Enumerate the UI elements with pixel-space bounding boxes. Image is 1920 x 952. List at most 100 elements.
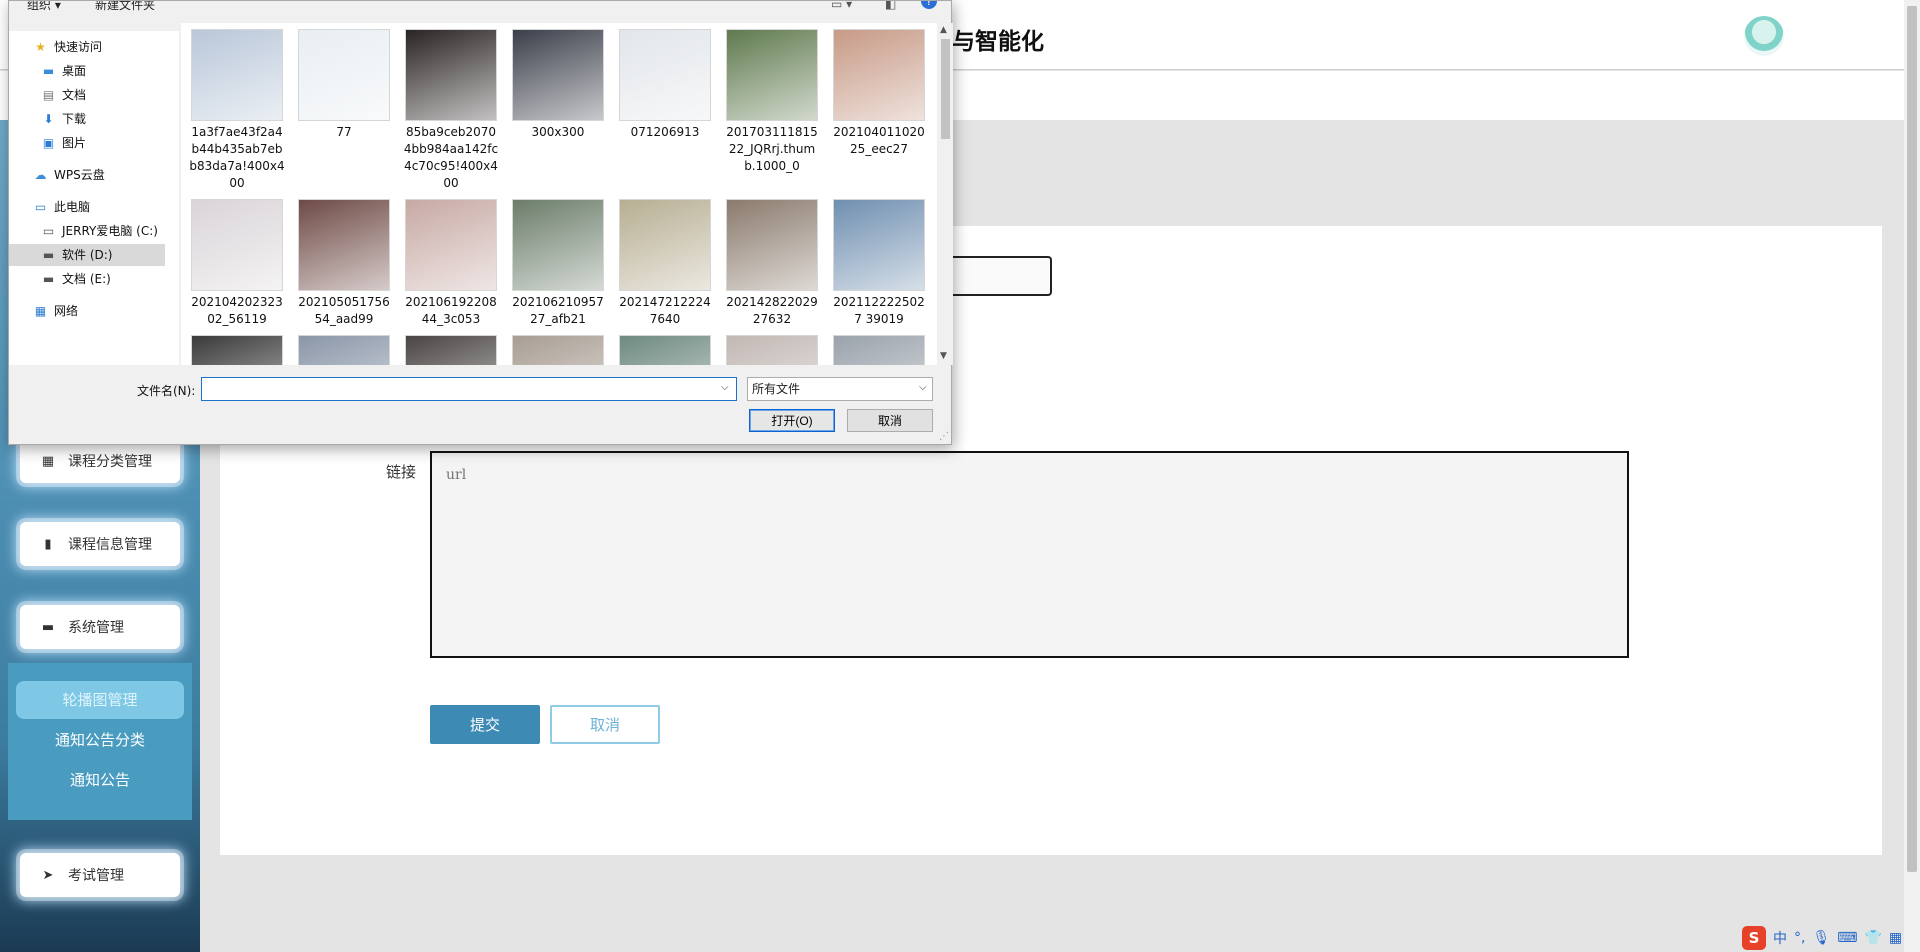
- image-thumbnail: [191, 335, 283, 365]
- image-thumbnail: [405, 29, 497, 121]
- nav-pictures[interactable]: ▣图片📌: [41, 132, 194, 154]
- ime-toolbar: S 中 °, 🎙 ⌨ 👕 ▦: [1742, 925, 1904, 951]
- image-thumbnail: [191, 29, 283, 121]
- app-title: 与智能化: [952, 29, 1044, 55]
- submenu-item-notice-category[interactable]: 通知公告分类: [16, 721, 184, 759]
- dialog-cancel-button[interactable]: 取消: [847, 409, 933, 432]
- file-item[interactable]: [189, 335, 285, 365]
- nav-desktop[interactable]: ▬桌面📌: [41, 60, 194, 82]
- nav-downloads[interactable]: ⬇下载📌: [41, 108, 193, 130]
- scroll-down-icon[interactable]: ▼: [940, 351, 947, 361]
- file-item[interactable]: 77: [296, 29, 392, 141]
- file-item[interactable]: 20210505175654_aad99: [296, 199, 392, 328]
- bar-chart-icon: ▮: [44, 536, 52, 552]
- nav-label: JERRY爱电脑 (C:): [62, 224, 158, 238]
- pictures-icon: ▣: [42, 136, 55, 150]
- user-avatar[interactable]: [1744, 16, 1784, 56]
- filename-input[interactable]: [201, 377, 737, 401]
- nav-this-pc[interactable]: ▭ 此电脑: [33, 196, 90, 218]
- nav-drive-c[interactable]: ▭ JERRY爱电脑 (C:): [41, 220, 158, 242]
- file-item[interactable]: 20210621095727_afb21: [510, 199, 606, 328]
- file-item[interactable]: 20170311181522_JQRrj.thumb.1000_0: [724, 29, 820, 175]
- filetype-select[interactable]: 所有文件: [747, 377, 933, 401]
- image-thumbnail: [512, 335, 604, 365]
- file-name: 2021122225027 39019: [833, 295, 925, 326]
- monitor-icon: ▬: [41, 619, 55, 635]
- page-scrollbar[interactable]: [1904, 0, 1920, 952]
- ime-mode[interactable]: 中: [1773, 928, 1787, 948]
- sidebar-item-course-info[interactable]: ▮ 课程信息管理: [20, 522, 180, 566]
- sidebar-item-system[interactable]: ▬ 系统管理: [20, 605, 180, 649]
- file-item[interactable]: 85ba9ceb20704bb984aa142fc4c70c95!400x400: [403, 29, 499, 192]
- file-item[interactable]: [510, 335, 606, 365]
- file-item[interactable]: [403, 335, 499, 365]
- file-item[interactable]: 20210401102025_eec27: [831, 29, 927, 158]
- submenu-item-notice[interactable]: 通知公告: [16, 761, 184, 799]
- ime-punct[interactable]: °,: [1794, 930, 1805, 946]
- skin-icon[interactable]: 👕: [1864, 930, 1881, 946]
- sidebar-item-exam[interactable]: ➤ 考试管理: [20, 853, 180, 897]
- nav-label: 快速访问: [54, 40, 103, 54]
- nav-documents[interactable]: ▤文档📌: [41, 84, 194, 106]
- view-options-icon[interactable]: ▭ ▾: [831, 1, 852, 11]
- filetype-dropdown-icon[interactable]: ⌵: [919, 382, 927, 393]
- organize-menu[interactable]: 组织 ▾: [27, 1, 61, 13]
- system-submenu: 轮播图管理 通知公告分类 通知公告: [8, 663, 192, 820]
- file-item[interactable]: 071206913: [617, 29, 713, 141]
- file-name: 20214282202927632: [726, 295, 818, 326]
- file-item[interactable]: 300x300: [510, 29, 606, 141]
- file-name: 20210621095727_afb21: [512, 295, 604, 326]
- file-item[interactable]: 2021122225027 39019: [831, 199, 927, 328]
- submit-button[interactable]: 提交: [430, 705, 540, 744]
- open-button[interactable]: 打开(O): [749, 409, 835, 432]
- file-name: 20210619220844_3c053: [405, 295, 497, 326]
- file-item[interactable]: [724, 335, 820, 365]
- help-icon[interactable]: ?: [921, 1, 937, 9]
- preview-pane-icon[interactable]: ◧: [885, 1, 896, 11]
- keyboard-icon[interactable]: ⌨: [1837, 930, 1857, 946]
- nav-quick-access[interactable]: ★ 快速访问: [33, 36, 102, 58]
- file-list-scrollbar[interactable]: ▲ ▼: [937, 23, 953, 365]
- scrollbar-thumb[interactable]: [941, 39, 950, 139]
- image-thumbnail: [512, 29, 604, 121]
- image-thumbnail: [191, 199, 283, 291]
- file-item[interactable]: 1a3f7ae43f2a4b44b435ab7ebb83da7a!400x400: [189, 29, 285, 192]
- form-input-partial[interactable]: [945, 256, 1052, 296]
- resize-grip-icon[interactable]: ⋰: [939, 431, 949, 442]
- link-textarea[interactable]: [430, 451, 1629, 658]
- drive-icon: ▬: [42, 248, 55, 262]
- image-thumbnail: [833, 29, 925, 121]
- nav-wps-cloud[interactable]: ☁ WPS云盘: [33, 164, 105, 186]
- file-item[interactable]: 20210420232302_56119: [189, 199, 285, 328]
- filename-dropdown-icon[interactable]: ⌵: [721, 382, 729, 393]
- image-thumbnail: [619, 29, 711, 121]
- submenu-item-carousel[interactable]: 轮播图管理: [16, 681, 184, 719]
- file-item[interactable]: 20210619220844_3c053: [403, 199, 499, 328]
- nav-drive-e[interactable]: ▬ 文档 (E:): [41, 268, 111, 290]
- nav-label: 桌面: [62, 64, 87, 78]
- computer-icon: ▭: [34, 200, 47, 214]
- scroll-up-icon[interactable]: ▲: [940, 25, 947, 35]
- image-thumbnail: [512, 199, 604, 291]
- nav-network[interactable]: ▦ 网络: [33, 300, 78, 322]
- link-label: 链接: [386, 463, 417, 481]
- file-item[interactable]: [296, 335, 392, 365]
- microphone-icon[interactable]: 🎙: [1812, 930, 1830, 946]
- file-item[interactable]: 20214282202927632: [724, 199, 820, 328]
- new-folder-button[interactable]: 新建文件夹: [95, 1, 155, 13]
- image-thumbnail: [405, 335, 497, 365]
- nav-drive-d[interactable]: ▬ 软件 (D:): [9, 244, 165, 266]
- file-item[interactable]: 2021472122247640: [617, 199, 713, 328]
- image-thumbnail: [298, 29, 390, 121]
- file-item[interactable]: [617, 335, 713, 365]
- dialog-toolbar: 组织 ▾ 新建文件夹 ▭ ▾ ◧ ?: [9, 1, 953, 13]
- sidebar-item-course-category[interactable]: ▦ 课程分类管理: [20, 439, 180, 483]
- ime-logo-icon[interactable]: S: [1742, 926, 1766, 950]
- sidebar-item-label: 考试管理: [68, 868, 124, 884]
- file-name: 85ba9ceb20704bb984aa142fc4c70c95!400x400: [403, 125, 499, 190]
- image-thumbnail: [298, 199, 390, 291]
- cancel-button[interactable]: 取消: [550, 705, 660, 744]
- file-item[interactable]: [831, 335, 927, 365]
- page-scrollbar-thumb[interactable]: [1907, 6, 1917, 872]
- apps-icon[interactable]: ▦: [1889, 930, 1902, 946]
